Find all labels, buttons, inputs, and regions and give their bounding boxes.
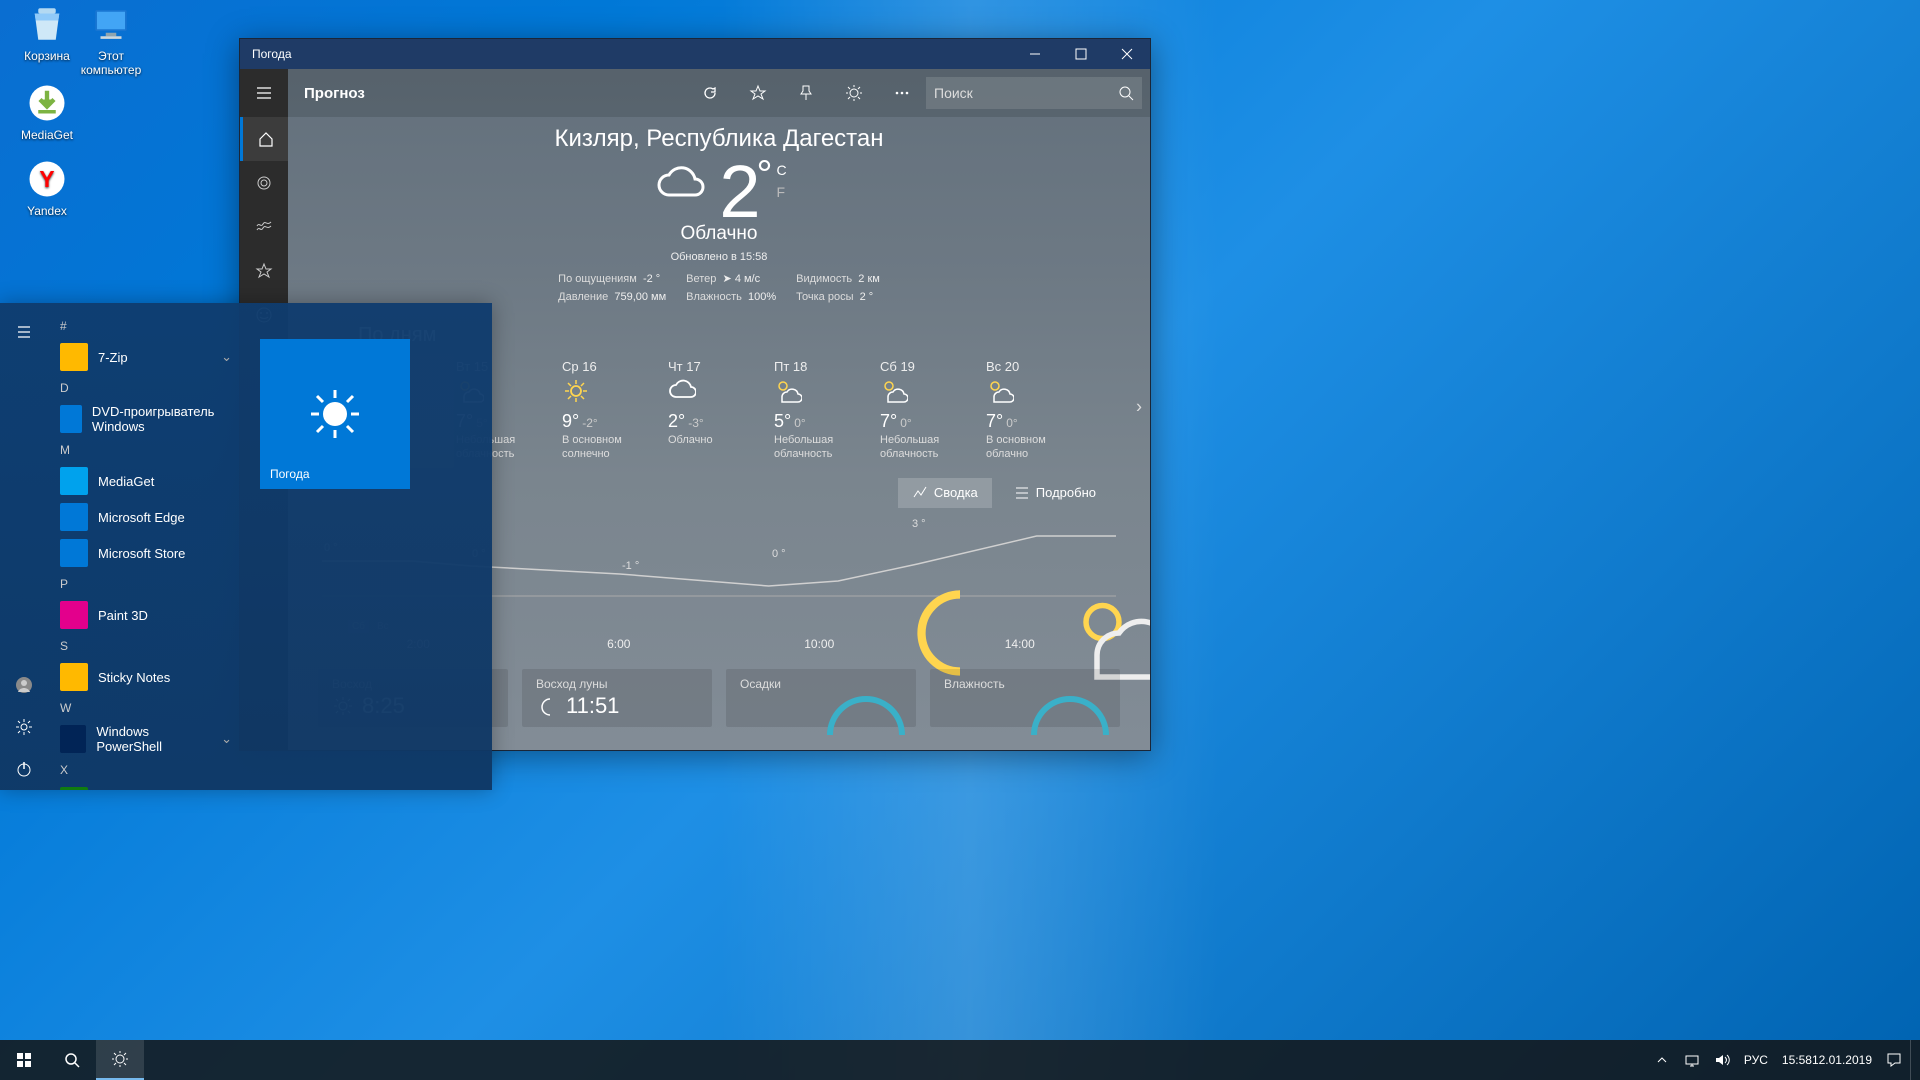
start-rail	[0, 303, 48, 790]
weather-topbar: Прогноз	[288, 69, 1150, 117]
show-desktop-button[interactable]	[1910, 1040, 1916, 1080]
tray-volume-icon[interactable]	[1708, 1040, 1736, 1080]
recycle-bin-icon	[26, 3, 68, 45]
app-group-letter[interactable]: P	[48, 571, 244, 597]
taskbar-weather-button[interactable]	[96, 1040, 144, 1080]
app-group-letter[interactable]: D	[48, 375, 244, 401]
summary-button[interactable]: Сводка	[898, 478, 992, 508]
start-menu: #7-Zip⌄DDVD-проигрыватель WindowsMMediaG…	[0, 303, 492, 790]
start-app-item[interactable]: Xbox	[48, 783, 244, 790]
pin-button[interactable]	[782, 69, 830, 117]
system-tray: РУС 15:5812.01.2019	[1648, 1040, 1920, 1080]
location-label: Кизляр, Республика Дагестан	[288, 125, 1150, 153]
updated-label: Обновлено в 15:58	[288, 251, 1150, 263]
sun-icon	[305, 384, 365, 444]
search-icon	[1118, 85, 1134, 101]
theme-button[interactable]	[830, 69, 878, 117]
tray-clock[interactable]: 15:5812.01.2019	[1776, 1040, 1878, 1080]
desktop-icon-yandex[interactable]: Y Yandex	[9, 158, 85, 218]
condition-icon	[651, 155, 711, 220]
humidity-card: Влажность	[930, 669, 1120, 727]
day-forecast[interactable]: Вс 207°0°В основном облачно	[984, 353, 1090, 468]
search-box[interactable]	[926, 77, 1142, 109]
moonrise-card: Восход луны 11:51	[522, 669, 712, 727]
pc-icon	[90, 3, 132, 45]
svg-text:Y: Y	[39, 166, 54, 192]
app-group-letter[interactable]: #	[48, 313, 244, 339]
current-temp: 2	[719, 150, 756, 233]
favorite-button[interactable]	[734, 69, 782, 117]
nav-history[interactable]	[240, 205, 288, 249]
start-app-item[interactable]: Sticky Notes	[48, 659, 244, 695]
search-input[interactable]	[934, 85, 1118, 101]
day-forecast[interactable]: Чт 172°-3°Облачно	[666, 353, 772, 468]
nav-maps[interactable]	[240, 161, 288, 205]
days-next-arrow[interactable]: ›	[1136, 397, 1142, 418]
settings-icon[interactable]	[0, 706, 48, 748]
app-group-letter[interactable]: W	[48, 695, 244, 721]
topbar-title: Прогноз	[296, 85, 686, 102]
tile-label: Погода	[270, 467, 310, 481]
day-forecast[interactable]: Сб 197°0°Небольшая облачность	[878, 353, 984, 468]
more-button[interactable]	[878, 69, 926, 117]
start-app-list[interactable]: #7-Zip⌄DDVD-проигрыватель WindowsMMediaG…	[48, 303, 244, 790]
action-center-icon[interactable]	[1880, 1040, 1908, 1080]
taskbar-search-button[interactable]	[48, 1040, 96, 1080]
details-button[interactable]: Подробно	[1000, 478, 1110, 508]
yandex-icon: Y	[26, 158, 68, 200]
power-icon[interactable]	[0, 748, 48, 790]
day-forecast[interactable]: Ср 169°-2°В основном солнечно	[560, 353, 666, 468]
start-expand-icon[interactable]	[0, 311, 48, 353]
current-weather: Кизляр, Республика Дагестан 2° C F Облач…	[288, 117, 1150, 310]
taskbar: РУС 15:5812.01.2019	[0, 1040, 1920, 1080]
unit-fahrenheit[interactable]: F	[777, 181, 787, 203]
app-group-letter[interactable]: M	[48, 437, 244, 463]
window-title: Погода	[240, 47, 1012, 61]
close-button[interactable]	[1104, 39, 1150, 69]
desktop-icon-label: MediaGet	[9, 128, 85, 142]
start-button[interactable]	[0, 1040, 48, 1080]
weather-tile[interactable]: Погода	[260, 339, 410, 489]
user-icon[interactable]	[0, 664, 48, 706]
desktop-icon-mediaget[interactable]: MediaGet	[9, 82, 85, 142]
desktop-icon-label: Этот компьютер	[73, 49, 149, 77]
start-app-item[interactable]: Windows PowerShell⌄	[48, 721, 244, 757]
minimize-button[interactable]	[1012, 39, 1058, 69]
start-app-item[interactable]: DVD-проигрыватель Windows	[48, 401, 244, 437]
start-app-item[interactable]: Microsoft Edge	[48, 499, 244, 535]
start-tiles: Погода	[244, 303, 492, 790]
desktop-icon-label: Yandex	[9, 204, 85, 218]
desktop-icon-this-pc[interactable]: Этот компьютер	[73, 3, 149, 77]
precip-card: Осадки	[726, 669, 916, 727]
hamburger-icon[interactable]	[240, 69, 288, 117]
weather-stats: По ощущениям -2 °Давление 759,00 мм Вете…	[288, 271, 1150, 306]
maximize-button[interactable]	[1058, 39, 1104, 69]
start-app-item[interactable]: MediaGet	[48, 463, 244, 499]
day-forecast[interactable]: Пт 185°0°Небольшая облачность	[772, 353, 878, 468]
refresh-button[interactable]	[686, 69, 734, 117]
titlebar[interactable]: Погода	[240, 39, 1150, 69]
nav-forecast[interactable]	[240, 117, 288, 161]
tray-chevron-icon[interactable]	[1648, 1040, 1676, 1080]
start-app-item[interactable]: 7-Zip⌄	[48, 339, 244, 375]
start-app-item[interactable]: Paint 3D	[48, 597, 244, 633]
tray-language[interactable]: РУС	[1738, 1040, 1774, 1080]
start-app-item[interactable]: Microsoft Store	[48, 535, 244, 571]
moonrise-icon	[536, 695, 558, 717]
tray-network-icon[interactable]	[1678, 1040, 1706, 1080]
condition-label: Облачно	[288, 223, 1150, 245]
app-group-letter[interactable]: X	[48, 757, 244, 783]
nav-favorites[interactable]	[240, 249, 288, 293]
app-group-letter[interactable]: S	[48, 633, 244, 659]
unit-celsius[interactable]: C	[777, 159, 787, 181]
mediaget-icon	[26, 82, 68, 124]
